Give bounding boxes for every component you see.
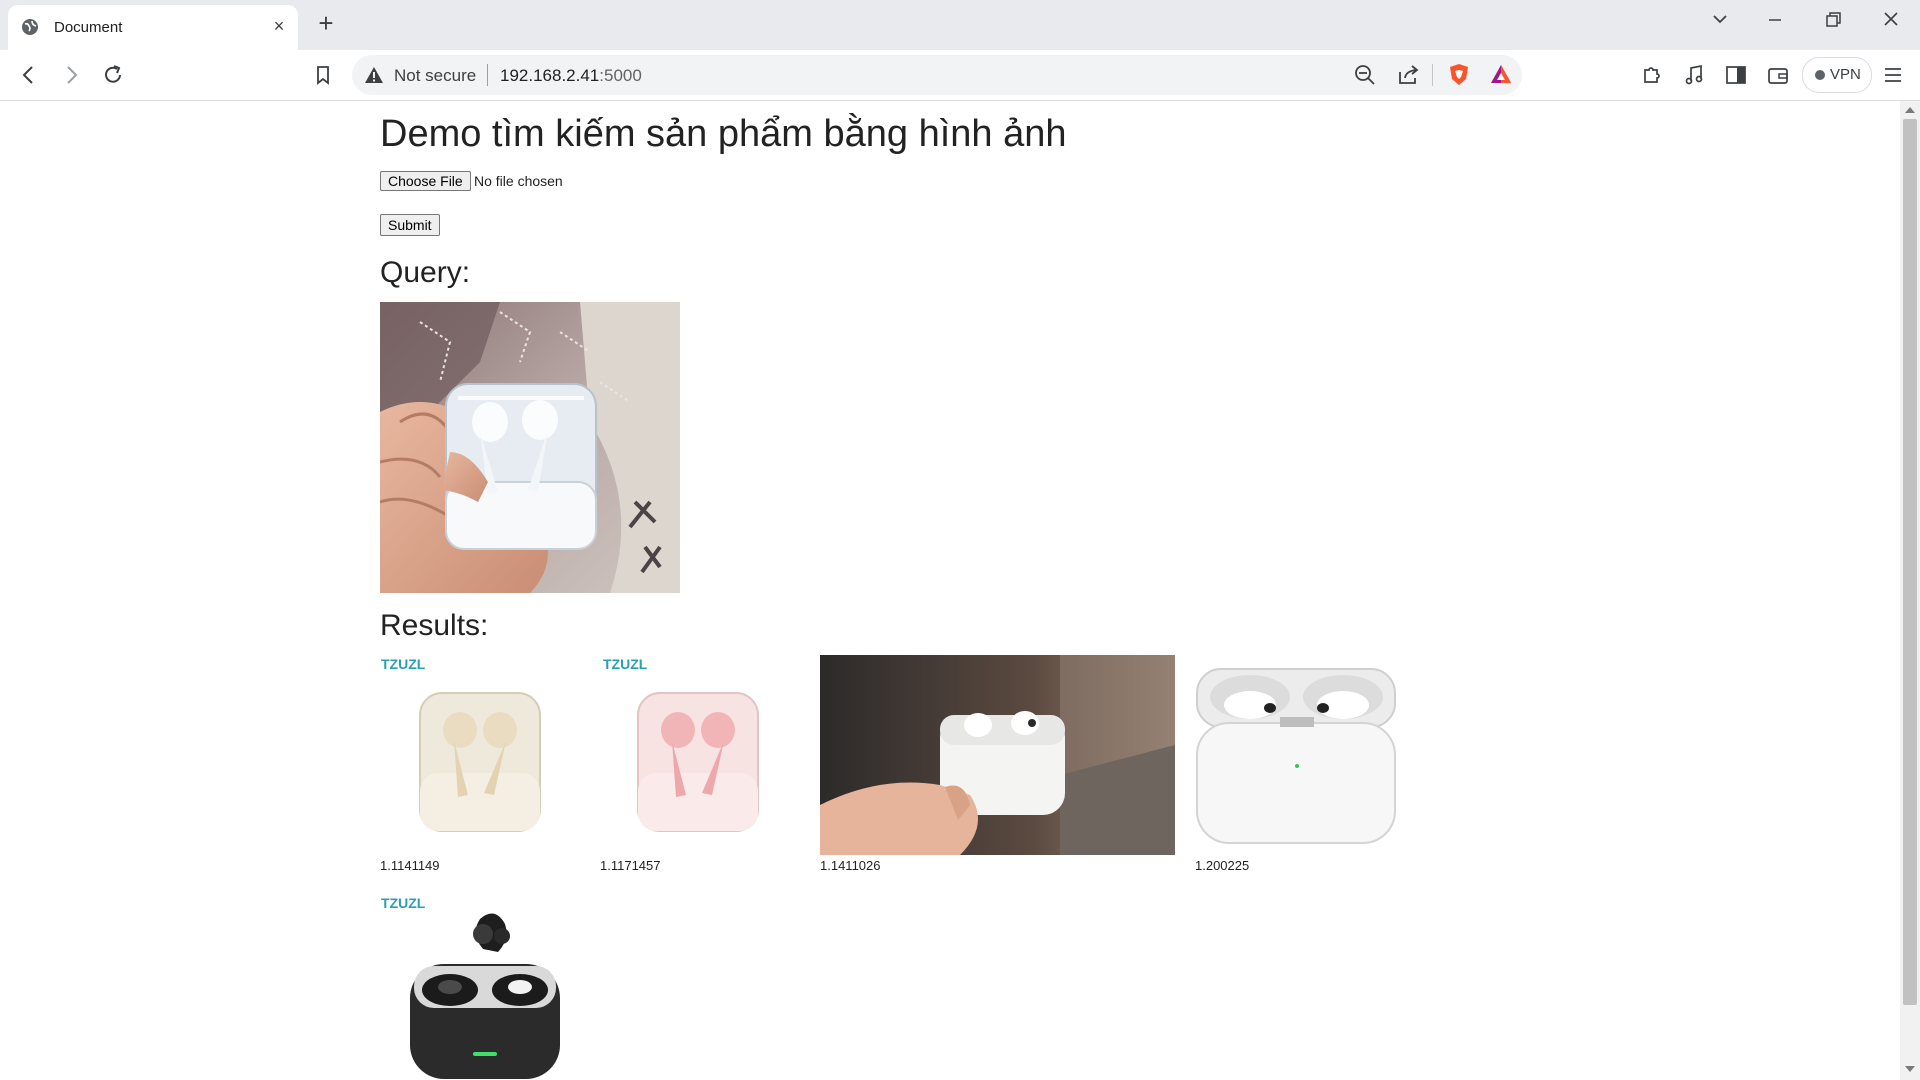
tab-title: Document — [54, 19, 123, 36]
query-heading: Query: — [380, 256, 471, 289]
url-port: :5000 — [599, 66, 642, 85]
brand-logo: TZUZL — [381, 656, 426, 672]
result-image — [1195, 655, 1400, 855]
results-heading: Results: — [380, 609, 489, 642]
browser-toolbar: Not secure 192.168.2.41:5000 VPN — [0, 50, 1920, 101]
wallet-icon[interactable] — [1765, 62, 1791, 88]
choose-file-button[interactable]: Choose File — [380, 171, 471, 191]
page-scrollbar[interactable] — [1900, 101, 1920, 1080]
reload-icon[interactable] — [100, 62, 126, 88]
back-icon[interactable] — [16, 62, 42, 88]
url-text[interactable]: 192.168.2.41:5000 — [500, 66, 642, 86]
result-image: TZUZL — [380, 655, 580, 855]
address-bar[interactable]: Not secure 192.168.2.41:5000 — [352, 55, 1522, 95]
page-title: Demo tìm kiếm sản phẩm bằng hình ảnh — [380, 113, 1067, 155]
close-icon[interactable] — [1876, 8, 1906, 32]
globe-icon — [22, 19, 38, 35]
zoom-out-icon[interactable] — [1352, 62, 1378, 88]
new-tab-button[interactable]: + — [313, 10, 339, 36]
scroll-up-arrow-icon[interactable] — [1905, 107, 1915, 113]
vpn-button[interactable]: VPN — [1802, 57, 1872, 93]
result-score: 1.1171457 — [600, 858, 661, 873]
result-image — [820, 655, 1175, 855]
result-image: TZUZL — [600, 655, 800, 855]
scroll-down-arrow-icon[interactable] — [1905, 1066, 1915, 1072]
scrollbar-thumb[interactable] — [1903, 119, 1917, 1005]
brand-logo: TZUZL — [381, 895, 426, 911]
page-viewport: Demo tìm kiếm sản phẩm bằng hình ảnh Cho… — [0, 101, 1900, 1080]
url-divider — [487, 64, 488, 86]
restore-icon[interactable] — [1818, 8, 1848, 32]
menu-icon[interactable] — [1880, 62, 1906, 88]
result-score: 1.1141149 — [380, 858, 440, 873]
submit-button[interactable]: Submit — [380, 214, 440, 236]
no-file-text: No file chosen — [474, 173, 563, 189]
forward-icon[interactable] — [58, 62, 84, 88]
tab-close-icon[interactable]: × — [270, 17, 288, 35]
sidebar-icon[interactable] — [1723, 62, 1749, 88]
share-icon[interactable] — [1396, 62, 1422, 88]
media-icon[interactable] — [1681, 62, 1707, 88]
tab-document[interactable]: Document × — [8, 5, 298, 50]
brave-shield-icon[interactable] — [1446, 62, 1472, 88]
url-host: 192.168.2.41 — [500, 66, 600, 85]
bookmark-icon[interactable] — [310, 62, 336, 88]
result-score: 1.200225 — [1195, 858, 1250, 873]
tab-search-icon[interactable] — [1705, 8, 1735, 32]
security-label[interactable]: Not secure — [394, 66, 476, 86]
omnibox-divider — [1432, 64, 1433, 86]
tab-strip: Document × + — [0, 0, 1920, 50]
result-image: TZUZL — [380, 894, 580, 1080]
extensions-icon[interactable] — [1639, 62, 1665, 88]
brave-rewards-icon[interactable] — [1488, 62, 1514, 88]
minimize-icon[interactable] — [1760, 8, 1790, 32]
brand-logo: TZUZL — [603, 656, 648, 672]
vpn-status-dot — [1815, 70, 1825, 80]
query-image — [380, 302, 680, 593]
result-score: 1.1411026 — [820, 858, 881, 873]
warning-icon — [365, 67, 383, 83]
vpn-label: VPN — [1830, 66, 1861, 83]
